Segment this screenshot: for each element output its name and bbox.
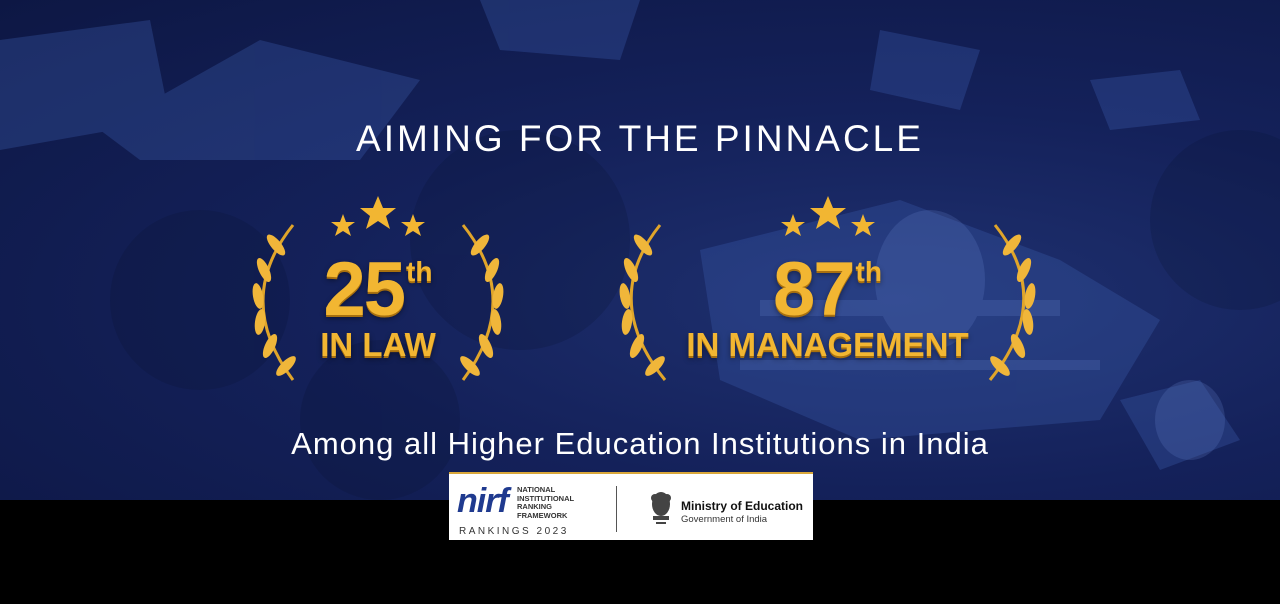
rank-block: 87th IN MANAGEMENT — [645, 247, 1010, 363]
award-law: 25th IN LAW — [238, 190, 518, 390]
nirf-logo-panel: nirf NATIONAL INSTITUTIONAL RANKING FRAM… — [449, 472, 813, 540]
rank-value: 25th — [323, 247, 433, 332]
national-emblem-icon — [651, 492, 671, 524]
rank-suffix: th — [855, 256, 882, 287]
ministry-subtitle: Government of India — [681, 514, 768, 525]
rank-category: IN MANAGEMENT — [686, 326, 969, 363]
award-management: 87th IN MANAGEMENT — [605, 190, 1050, 390]
rank-suffix: th — [406, 256, 433, 287]
headline: AIMING FOR THE PINNACLE — [356, 118, 924, 159]
nirf-full-name: NATIONAL INSTITUTIONAL RANKING FRAMEWORK — [517, 485, 575, 520]
rank-value: 87th — [773, 247, 882, 332]
star-icon — [360, 196, 396, 229]
star-icon — [401, 214, 425, 236]
nirf-wordmark: nirf — [457, 482, 509, 520]
star-icon — [781, 214, 805, 236]
star-icon — [331, 214, 355, 236]
star-icon — [851, 214, 875, 236]
logo-divider — [616, 486, 617, 532]
rankings-year-label: RANKINGS 2023 — [459, 526, 569, 537]
rank-category: IN LAW — [320, 326, 436, 363]
page: AIMING FOR THE PINNACLE 25th IN LAW 87th… — [0, 0, 1280, 604]
hero-banner: AIMING FOR THE PINNACLE 25th IN LAW 87th… — [0, 0, 1280, 500]
rank-block: 25th IN LAW — [278, 247, 478, 363]
star-icon — [810, 196, 846, 229]
tagline: Among all Higher Education Institutions … — [291, 426, 989, 461]
ministry-title: Ministry of Education — [681, 499, 804, 513]
